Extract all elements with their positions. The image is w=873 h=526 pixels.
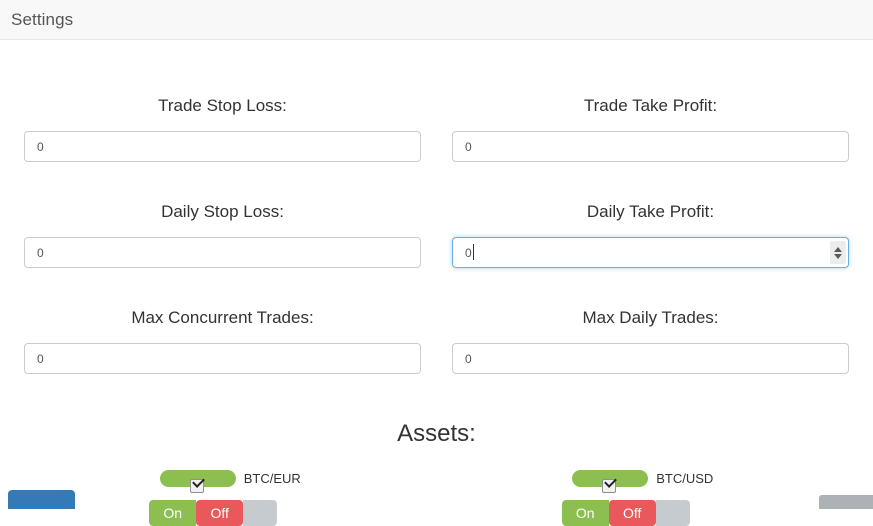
max-daily-trades-input[interactable] — [452, 343, 849, 374]
input-wrapper — [452, 237, 849, 268]
input-wrapper — [452, 131, 849, 162]
field-max-concurrent-trades: Max Concurrent Trades: — [24, 268, 421, 374]
field-daily-take-profit: Daily Take Profit: — [452, 162, 849, 268]
asset-item-btc-eur: BTC/EUR On Off — [24, 470, 437, 526]
field-label: Trade Stop Loss: — [158, 96, 287, 115]
field-max-daily-trades: Max Daily Trades: — [452, 268, 849, 374]
asset-item-btc-usd: BTC/USD On Off — [437, 470, 850, 526]
asset-header: BTC/USD — [572, 470, 714, 493]
field-daily-stop-loss: Daily Stop Loss: — [24, 162, 421, 268]
field-label: Daily Stop Loss: — [161, 202, 284, 221]
primary-action-button[interactable] — [8, 490, 75, 509]
toggle-off-segment[interactable]: Off — [196, 500, 244, 526]
field-label: Daily Take Profit: — [586, 202, 715, 221]
field-trade-take-profit: Trade Take Profit: — [452, 40, 849, 162]
spinner-up-icon[interactable] — [834, 246, 842, 252]
toggle-on-segment[interactable]: On — [149, 500, 197, 526]
trade-stop-loss-input[interactable] — [24, 131, 421, 162]
form-row-3: Max Concurrent Trades: Max Daily Trades: — [24, 268, 849, 374]
app-header: Settings — [0, 0, 873, 40]
form-row-2: Daily Stop Loss: Daily Take Profit: — [24, 162, 849, 268]
asset-header: BTC/EUR — [159, 470, 301, 493]
field-trade-stop-loss: Trade Stop Loss: — [24, 40, 421, 162]
form-row-1: Trade Stop Loss: Trade Take Profit: — [24, 40, 849, 162]
daily-stop-loss-input[interactable] — [24, 237, 421, 268]
settings-form: Trade Stop Loss: Trade Take Profit: Dail… — [0, 40, 873, 526]
field-label: Max Daily Trades: — [582, 308, 719, 327]
text-caret — [473, 244, 474, 260]
secondary-action-button[interactable] — [819, 495, 873, 509]
max-concurrent-trades-input[interactable] — [24, 343, 421, 374]
asset-toggle[interactable]: On Off — [561, 500, 690, 526]
toggle-handle[interactable] — [655, 500, 690, 526]
page-title: Settings — [11, 9, 74, 29]
field-label: Max Concurrent Trades: — [131, 308, 314, 327]
field-label: Trade Take Profit: — [583, 96, 718, 115]
spinner-down-icon[interactable] — [834, 253, 842, 259]
input-wrapper — [24, 343, 421, 374]
asset-enabled-checkbox[interactable] — [602, 475, 618, 493]
toggle-on-segment[interactable]: On — [561, 500, 609, 526]
daily-take-profit-input[interactable] — [452, 237, 849, 268]
input-wrapper — [24, 131, 421, 162]
asset-name-label: BTC/USD — [656, 471, 714, 486]
asset-name-label: BTC/EUR — [243, 471, 301, 486]
toggle-handle[interactable] — [243, 500, 278, 526]
assets-heading: Assets: — [397, 420, 476, 447]
input-wrapper — [24, 237, 421, 268]
toggle-off-segment[interactable]: Off — [608, 500, 656, 526]
assets-list: BTC/EUR On Off BTC/USD On Off — [24, 470, 849, 526]
number-spinner[interactable] — [830, 241, 846, 264]
asset-toggle[interactable]: On Off — [149, 500, 278, 526]
input-wrapper — [452, 343, 849, 374]
trade-take-profit-input[interactable] — [452, 131, 849, 162]
asset-enabled-checkbox[interactable] — [189, 475, 205, 493]
